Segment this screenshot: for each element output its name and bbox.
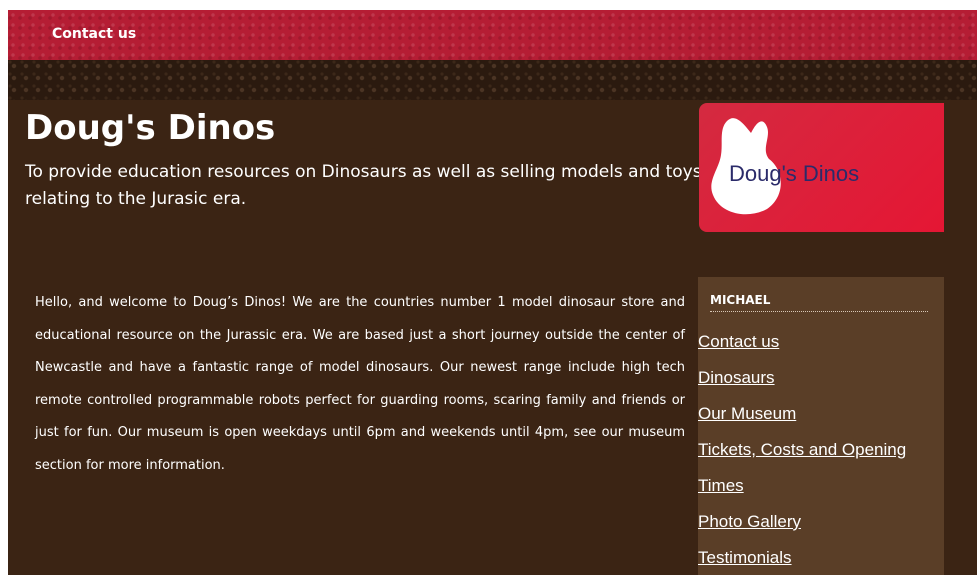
sidebar: MICHAEL Contact us Dinosaurs Our Museum … (698, 277, 944, 575)
sidebar-link-times[interactable]: Times (698, 476, 744, 496)
decorative-band (8, 60, 977, 100)
site-title: Doug's Dinos (25, 108, 276, 148)
page-frame: Contact us Doug's Dinos To provide educa… (8, 10, 977, 575)
top-nav-bar: Contact us (8, 10, 977, 60)
sidebar-link-testimonials[interactable]: Testimonials (698, 548, 792, 568)
sidebar-link-contact-us[interactable]: Contact us (698, 332, 779, 352)
sidebar-link-photo-gallery[interactable]: Photo Gallery (698, 512, 801, 532)
sidebar-link-dinosaurs[interactable]: Dinosaurs (698, 368, 775, 388)
sidebar-link-our-museum[interactable]: Our Museum (698, 404, 796, 424)
sidebar-title: MICHAEL (710, 293, 928, 312)
nav-link-contact-us[interactable]: Contact us (52, 26, 136, 42)
site-logo: Doug's Dinos (699, 103, 944, 232)
welcome-text: Hello, and welcome to Doug’s Dinos! We a… (35, 295, 685, 473)
site-tagline: To provide education resources on Dinosa… (25, 162, 702, 209)
logo-text: Doug's Dinos (729, 161, 860, 186)
sidebar-link-tickets[interactable]: Tickets, Costs and Opening (698, 440, 906, 460)
